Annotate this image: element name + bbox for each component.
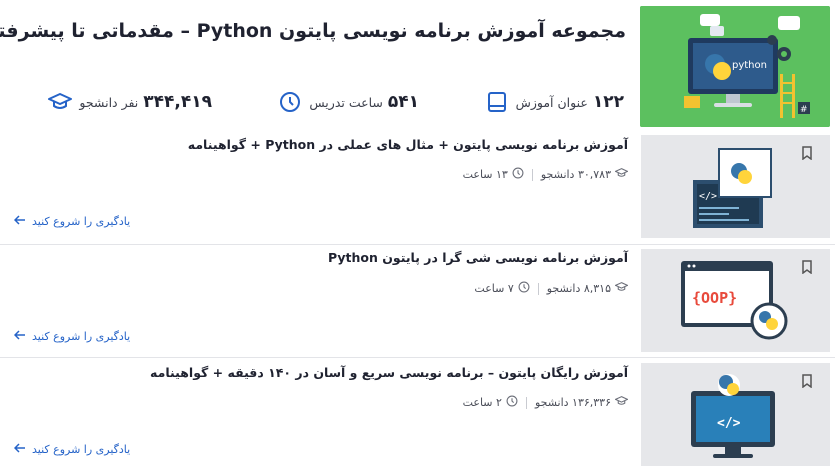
arrow-left-icon (13, 215, 26, 228)
course-students: ۱۳۶,۳۳۶ دانشجو (534, 396, 611, 409)
clock-icon (506, 395, 518, 410)
course-hours: ۱۳ ساعت (462, 168, 508, 181)
arrow-left-icon (13, 443, 26, 456)
banner-python-word: python (732, 60, 767, 71)
stat-hours-value: ۵۴۱ (387, 92, 419, 112)
course-thumbnail[interactable]: </> (641, 363, 830, 466)
clock-icon (518, 281, 530, 296)
stat-course-count: ۱۲۲ عنوان آموزش (484, 88, 624, 116)
stat-course-value: ۱۲۲ (592, 92, 624, 112)
meta-divider (531, 168, 533, 181)
start-learning-link[interactable]: یادگیری را شروع کنید (13, 443, 131, 456)
stat-hours: ۵۴۱ ساعت تدریس (277, 88, 419, 116)
start-learning-label: یادگیری را شروع کنید (32, 215, 131, 228)
graduation-cap-icon (614, 167, 629, 182)
arrow-left-icon (13, 330, 26, 343)
meta-divider (525, 396, 527, 409)
graduation-cap-icon (47, 89, 73, 115)
start-learning-link[interactable]: یادگیری را شروع کنید (13, 330, 131, 343)
course-meta: ۸,۳۱۵ دانشجو ۷ ساعت (474, 281, 629, 296)
course-card[interactable]: {OOP} آموزش برنامه نویسی شی گرا در پایتو… (0, 245, 835, 357)
stat-course-label: عنوان آموزش (515, 94, 588, 110)
clock-icon (277, 89, 303, 115)
bookmark-icon[interactable] (801, 259, 813, 275)
graduation-cap-icon (614, 395, 629, 410)
stat-students-label: نفر دانشجو (79, 94, 139, 110)
svg-text:#: # (800, 105, 808, 115)
course-title[interactable]: آموزش برنامه نویسی پایتون + مثال های عمل… (128, 137, 628, 152)
code-thumb-text: </> (717, 416, 741, 431)
start-learning-label: یادگیری را شروع کنید (32, 443, 131, 456)
course-card[interactable]: </> آموزش برنامه نویسی پایتون + مثال های… (0, 133, 835, 243)
course-hours: ۲ ساعت (462, 396, 502, 409)
course-thumbnail[interactable]: </> (641, 135, 830, 238)
stat-hours-label: ساعت تدریس (309, 94, 383, 110)
page-title: مجموعه آموزش برنامه نویسی پایتون Python … (0, 20, 626, 42)
collection-banner-image: python # (640, 6, 830, 127)
stat-students-value: ۳۴۴,۴۱۹ (143, 92, 212, 112)
graduation-cap-icon (614, 281, 629, 296)
start-learning-label: یادگیری را شروع کنید (32, 330, 131, 343)
svg-text:</>: </> (699, 191, 717, 202)
bookmark-icon[interactable] (801, 373, 813, 389)
course-meta: ۳۰,۷۸۳ دانشجو ۱۳ ساعت (462, 167, 629, 182)
book-icon (484, 89, 510, 115)
course-students: ۳۰,۷۸۳ دانشجو (540, 168, 611, 181)
course-thumbnail[interactable]: {OOP} (641, 249, 830, 352)
course-students: ۸,۳۱۵ دانشجو (546, 282, 611, 295)
start-learning-link[interactable]: یادگیری را شروع کنید (13, 215, 131, 228)
clock-icon (512, 167, 524, 182)
course-card[interactable]: </> آموزش رایگان پایتون – برنامه نویسی س… (0, 358, 835, 473)
meta-divider (537, 282, 539, 295)
course-title[interactable]: آموزش برنامه نویسی شی گرا در پایتون Pyth… (128, 250, 628, 265)
stat-students: ۳۴۴,۴۱۹ نفر دانشجو (47, 88, 212, 116)
course-hours: ۷ ساعت (474, 282, 514, 295)
oop-thumb-text: {OOP} (692, 289, 737, 307)
course-title[interactable]: آموزش رایگان پایتون – برنامه نویسی سریع … (128, 365, 628, 380)
course-meta: ۱۳۶,۳۳۶ دانشجو ۲ ساعت (462, 395, 629, 410)
bookmark-icon[interactable] (801, 145, 813, 161)
